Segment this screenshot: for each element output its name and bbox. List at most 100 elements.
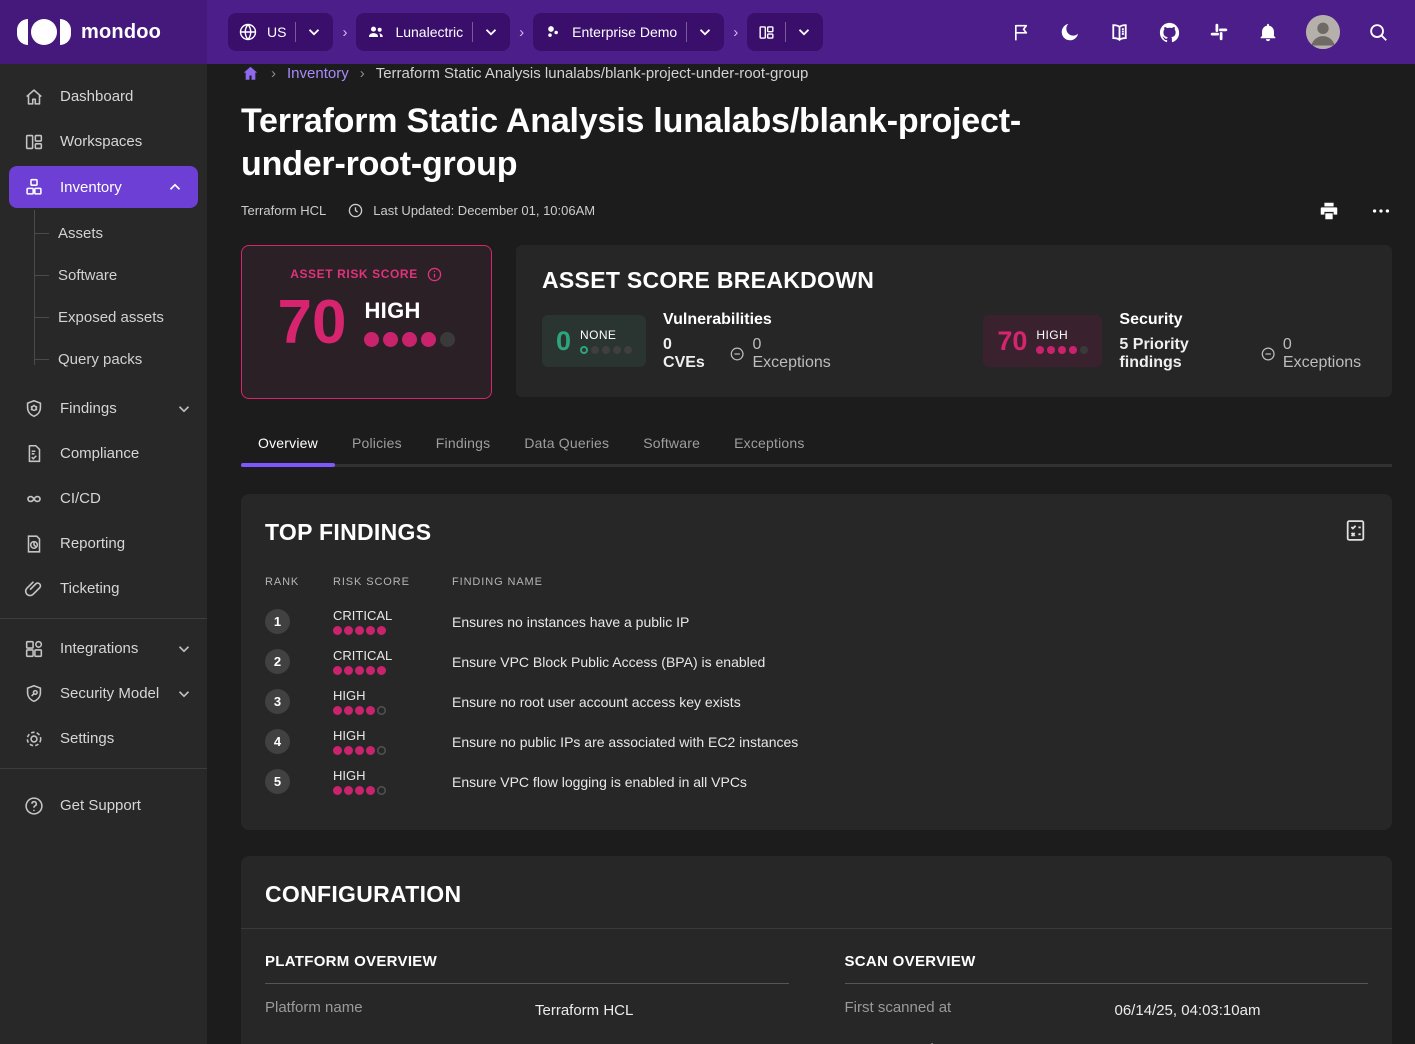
risk-dots bbox=[333, 786, 452, 795]
dark-mode-moon-icon[interactable] bbox=[1059, 21, 1081, 43]
sidebar-item-reporting[interactable]: Reporting bbox=[0, 521, 207, 566]
inventory-icon bbox=[23, 176, 45, 198]
breadcrumb-separator: › bbox=[360, 65, 365, 82]
table-row[interactable]: 1 CRITICAL Ensures no instances have a p… bbox=[265, 602, 1368, 642]
vulnerabilities-level: NONE bbox=[580, 328, 632, 342]
chevron-down-icon[interactable] bbox=[482, 23, 500, 41]
docs-book-icon[interactable] bbox=[1108, 21, 1131, 44]
sidebar-item-ticketing[interactable]: Ticketing bbox=[0, 566, 207, 611]
inventory-subtree: Assets Software Exposed assets Query pac… bbox=[0, 210, 207, 386]
breadcrumb-separator: › bbox=[271, 65, 276, 82]
sidebar-item-settings[interactable]: Settings bbox=[0, 716, 207, 761]
chevron-down-icon[interactable] bbox=[175, 400, 193, 418]
risk-score-label: ASSET RISK SCORE bbox=[290, 267, 418, 281]
chevron-down-icon[interactable] bbox=[175, 685, 193, 703]
breadcrumb-inventory-link[interactable]: Inventory bbox=[287, 65, 349, 82]
column-risk-score: RISK SCORE bbox=[333, 576, 452, 588]
security-block: Security 5 Priority findings 0 Exception… bbox=[1119, 311, 1366, 372]
info-icon[interactable] bbox=[426, 266, 443, 283]
platform-overview-column: PLATFORM OVERVIEW Platform name Terrafor… bbox=[265, 953, 789, 1044]
sidebar-item-get-support[interactable]: Get Support bbox=[0, 783, 207, 828]
sidebar-label: Software bbox=[58, 267, 117, 284]
risk-dots bbox=[333, 746, 452, 755]
vulnerabilities-exceptions: 0 Exceptions bbox=[753, 336, 836, 372]
tab-policies[interactable]: Policies bbox=[335, 424, 419, 464]
slack-icon[interactable] bbox=[1208, 21, 1230, 43]
integrations-icon bbox=[23, 638, 45, 660]
sidebar-label: Compliance bbox=[60, 445, 139, 462]
tab-exceptions[interactable]: Exceptions bbox=[717, 424, 821, 464]
github-icon[interactable] bbox=[1158, 21, 1181, 44]
sidebar-label: Get Support bbox=[60, 797, 141, 814]
sidebar-item-compliance[interactable]: Compliance bbox=[0, 431, 207, 476]
tab-software[interactable]: Software bbox=[626, 424, 717, 464]
chevron-up-icon[interactable] bbox=[166, 178, 184, 196]
security-title: Security bbox=[1119, 311, 1366, 329]
chevron-down-icon[interactable] bbox=[795, 23, 813, 41]
notifications-bell-icon[interactable] bbox=[1257, 21, 1279, 43]
chevron-down-icon[interactable] bbox=[305, 23, 323, 41]
print-icon[interactable] bbox=[1318, 200, 1340, 222]
configuration-title: CONFIGURATION bbox=[265, 881, 461, 907]
breakdown-title: ASSET SCORE BREAKDOWN bbox=[542, 267, 1366, 294]
globe-icon bbox=[238, 22, 258, 42]
asset-risk-score-card: ASSET RISK SCORE 70 HIGH bbox=[241, 245, 492, 399]
sidebar-item-software[interactable]: Software bbox=[0, 254, 207, 296]
sidebar-item-security-model[interactable]: Security Model bbox=[0, 671, 207, 716]
config-row: Name Terraform Static Analysis lunalabs/… bbox=[265, 1032, 789, 1044]
exceptions-minus-circle-icon bbox=[1260, 345, 1276, 363]
table-row[interactable]: 2 CRITICAL Ensure VPC Block Public Acces… bbox=[265, 642, 1368, 682]
sidebar-item-integrations[interactable]: Integrations bbox=[0, 626, 207, 671]
sidebar-item-assets[interactable]: Assets bbox=[0, 212, 207, 254]
appbar: mondoo US › Lunalectric › Enterprise Dem… bbox=[0, 0, 1415, 64]
user-avatar[interactable] bbox=[1306, 15, 1340, 49]
findings-shield-bug-icon bbox=[23, 398, 45, 420]
table-row[interactable]: 5 HIGH Ensure VPC flow logging is enable… bbox=[265, 762, 1368, 802]
chevron-down-icon[interactable] bbox=[696, 23, 714, 41]
breadcrumb: › Inventory › Terraform Static Analysis … bbox=[241, 64, 1392, 83]
sidebar-label: Integrations bbox=[60, 640, 138, 657]
chevron-down-icon[interactable] bbox=[175, 640, 193, 658]
tab-overview[interactable]: Overview bbox=[241, 424, 335, 464]
checklist-icon[interactable] bbox=[1343, 518, 1368, 548]
flag-icon[interactable] bbox=[1011, 22, 1032, 43]
config-label: Platform name bbox=[265, 999, 535, 1023]
sidebar-item-query-packs[interactable]: Query packs bbox=[0, 338, 207, 380]
tab-data-queries[interactable]: Data Queries bbox=[507, 424, 626, 464]
mondoo-logo-icon bbox=[17, 19, 71, 45]
home-icon[interactable] bbox=[241, 64, 260, 83]
risk-score-level: HIGH bbox=[364, 298, 455, 324]
column-finding-name: FINDING NAME bbox=[452, 576, 1368, 588]
sidebar-label: Inventory bbox=[60, 179, 122, 196]
tab-findings[interactable]: Findings bbox=[419, 424, 508, 464]
main-content: › Inventory › Terraform Static Analysis … bbox=[207, 64, 1415, 1044]
security-model-shield-icon bbox=[23, 683, 45, 705]
risk-level-label: CRITICAL bbox=[333, 648, 452, 663]
sidebar-item-cicd[interactable]: CI/CD bbox=[0, 476, 207, 521]
finding-name: Ensure no root user account access key e… bbox=[452, 694, 1368, 710]
priority-findings-count: 5 Priority findings bbox=[1119, 336, 1243, 372]
sidebar-item-findings[interactable]: Findings bbox=[0, 386, 207, 431]
table-row[interactable]: 3 HIGH Ensure no root user account acces… bbox=[265, 682, 1368, 722]
sidebar-label: Workspaces bbox=[60, 133, 142, 150]
appbar-actions bbox=[1011, 15, 1415, 49]
security-exceptions: 0 Exceptions bbox=[1283, 336, 1366, 372]
region-selector[interactable]: US bbox=[228, 13, 333, 51]
more-options-icon[interactable] bbox=[1370, 200, 1392, 222]
workspace-selector[interactable] bbox=[747, 13, 823, 51]
sidebar-item-dashboard[interactable]: Dashboard bbox=[0, 74, 207, 119]
table-row[interactable]: 4 HIGH Ensure no public IPs are associat… bbox=[265, 722, 1368, 762]
sidebar-item-workspaces[interactable]: Workspaces bbox=[0, 119, 207, 164]
vulnerabilities-dots bbox=[580, 346, 632, 354]
space-selector[interactable]: Enterprise Demo bbox=[533, 13, 724, 51]
rank-badge: 4 bbox=[265, 729, 290, 754]
sidebar-item-exposed-assets[interactable]: Exposed assets bbox=[0, 296, 207, 338]
security-score-chip: 70 HIGH bbox=[983, 315, 1102, 367]
space-label: Enterprise Demo bbox=[572, 24, 677, 40]
sidebar-label: Query packs bbox=[58, 351, 142, 368]
sidebar-item-inventory[interactable]: Inventory bbox=[9, 166, 198, 208]
risk-dots bbox=[333, 666, 452, 675]
brand[interactable]: mondoo bbox=[0, 0, 207, 64]
search-icon[interactable] bbox=[1367, 21, 1389, 43]
org-selector[interactable]: Lunalectric bbox=[356, 13, 510, 51]
